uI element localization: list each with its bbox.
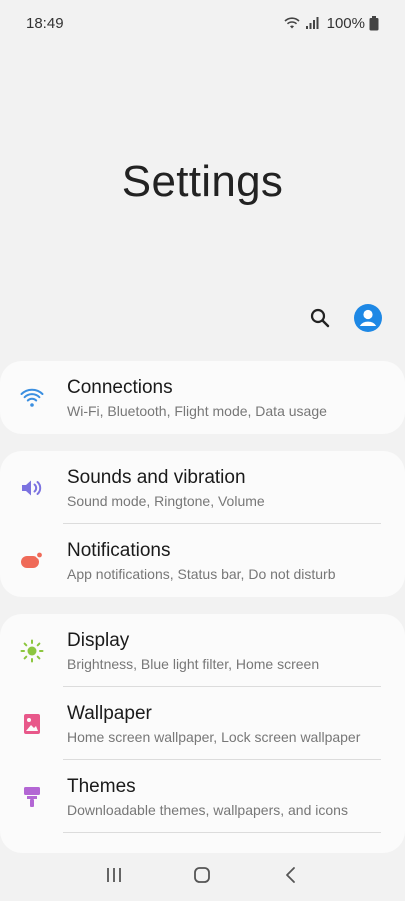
status-time: 18:49 <box>26 14 64 32</box>
item-title: Notifications <box>67 540 171 561</box>
item-subtitle: Wi-Fi, Bluetooth, Flight mode, Data usag… <box>67 403 327 419</box>
item-subtitle: Downloadable themes, wallpapers, and ico… <box>67 802 348 818</box>
back-icon <box>282 866 300 889</box>
header-actions <box>303 303 385 337</box>
settings-item-wallpaper[interactable]: Wallpaper Home screen wallpaper, Lock sc… <box>0 687 405 760</box>
divider <box>63 832 381 833</box>
settings-group-display: Display Brightness, Blue light filter, H… <box>0 614 405 853</box>
recents-icon <box>105 866 123 889</box>
settings-group-sounds: Sounds and vibration Sound mode, Rington… <box>0 451 405 597</box>
recents-button[interactable] <box>94 857 134 897</box>
battery-icon <box>369 15 379 31</box>
item-subtitle: Home screen wallpaper, Lock screen wallp… <box>67 729 361 745</box>
notification-icon <box>20 549 44 573</box>
item-subtitle: Sound mode, Ringtone, Volume <box>67 493 265 509</box>
status-icons: 100% <box>283 15 379 32</box>
home-button[interactable] <box>182 857 222 897</box>
item-subtitle: Brightness, Blue light filter, Home scre… <box>67 656 320 672</box>
settings-group-connections: Connections Wi-Fi, Bluetooth, Flight mod… <box>0 361 405 434</box>
settings-item-sounds-vibration[interactable]: Sounds and vibration Sound mode, Rington… <box>0 451 405 524</box>
item-title: Sounds and vibration <box>67 467 246 488</box>
wallpaper-icon <box>20 712 44 736</box>
wifi-icon <box>283 16 301 30</box>
item-title: Wallpaper <box>67 703 152 724</box>
status-bar: 18:49 100% <box>0 0 405 46</box>
item-title: Themes <box>67 776 136 797</box>
settings-item-themes[interactable]: Themes Downloadable themes, wallpapers, … <box>0 760 405 833</box>
item-subtitle: App notifications, Status bar, Do not di… <box>67 566 336 582</box>
item-title: Connections <box>67 377 173 398</box>
back-button[interactable] <box>271 857 311 897</box>
themes-icon <box>20 785 44 809</box>
settings-item-notifications[interactable]: Notifications App notifications, Status … <box>0 524 405 597</box>
battery-percent: 100% <box>326 14 365 32</box>
home-icon <box>193 866 211 889</box>
settings-item-connections[interactable]: Connections Wi-Fi, Bluetooth, Flight mod… <box>0 361 405 434</box>
account-icon <box>353 303 383 338</box>
settings-screen: 18:49 100% Settings Connections Wi-Fi, B… <box>0 0 405 901</box>
settings-item-display[interactable]: Display Brightness, Blue light filter, H… <box>0 614 405 687</box>
wifi-icon <box>20 386 44 410</box>
volume-icon <box>20 476 44 500</box>
account-button[interactable] <box>351 303 385 337</box>
page-title: Settings <box>121 157 284 206</box>
brightness-icon <box>20 639 44 663</box>
navigation-bar <box>0 853 405 901</box>
signal-icon <box>305 16 319 30</box>
search-button[interactable] <box>303 303 337 337</box>
item-title: Display <box>67 630 130 651</box>
search-icon <box>310 308 330 333</box>
